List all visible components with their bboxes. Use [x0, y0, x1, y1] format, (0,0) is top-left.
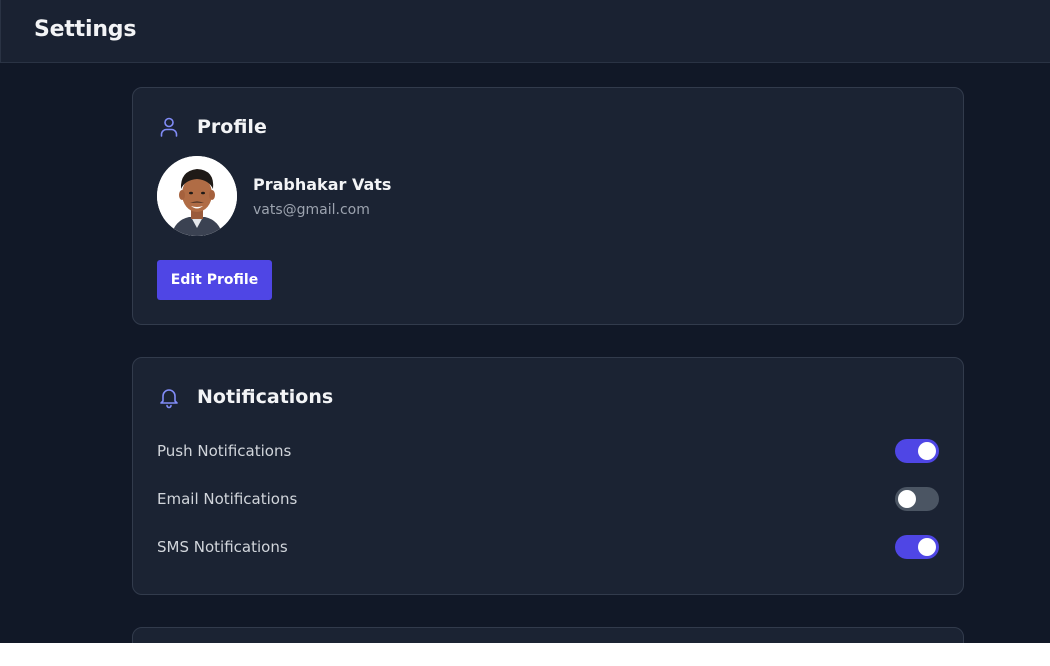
edit-profile-button[interactable]: Edit Profile	[157, 260, 272, 300]
user-email: vats@gmail.com	[253, 202, 370, 218]
push-notifications-label: Push Notifications	[157, 442, 292, 460]
settings-app: Settings Profile Prabhakar Vats vats@gma…	[0, 0, 1050, 643]
profile-card-title: Profile	[197, 116, 267, 138]
push-notifications-toggle[interactable]	[895, 439, 939, 463]
top-header: Settings	[0, 0, 1050, 63]
user-icon	[160, 117, 178, 137]
avatar-photo	[157, 156, 237, 236]
next-settings-card	[132, 627, 964, 643]
bell-icon	[160, 389, 178, 409]
profile-card: Profile Prabhakar Vats vats@gmail.com Ed…	[132, 87, 964, 325]
toggle-knob	[918, 442, 936, 460]
profile-card-header: Profile	[157, 115, 267, 139]
email-notifications-toggle[interactable]	[895, 487, 939, 511]
page-title: Settings	[34, 17, 137, 42]
user-name: Prabhakar Vats	[253, 175, 392, 194]
email-notifications-label: Email Notifications	[157, 490, 298, 508]
sms-notifications-toggle[interactable]	[895, 535, 939, 559]
notifications-card-title: Notifications	[197, 386, 334, 408]
notifications-card-header: Notifications	[157, 385, 333, 409]
toggle-knob	[918, 538, 936, 556]
toggle-knob	[898, 490, 916, 508]
email-notifications-row: Email Notifications	[157, 487, 939, 511]
sms-notifications-label: SMS Notifications	[157, 538, 288, 556]
avatar	[157, 156, 237, 236]
push-notifications-row: Push Notifications	[157, 439, 939, 463]
sms-notifications-row: SMS Notifications	[157, 535, 939, 559]
notifications-card: Notifications Push Notifications Email N…	[132, 357, 964, 595]
